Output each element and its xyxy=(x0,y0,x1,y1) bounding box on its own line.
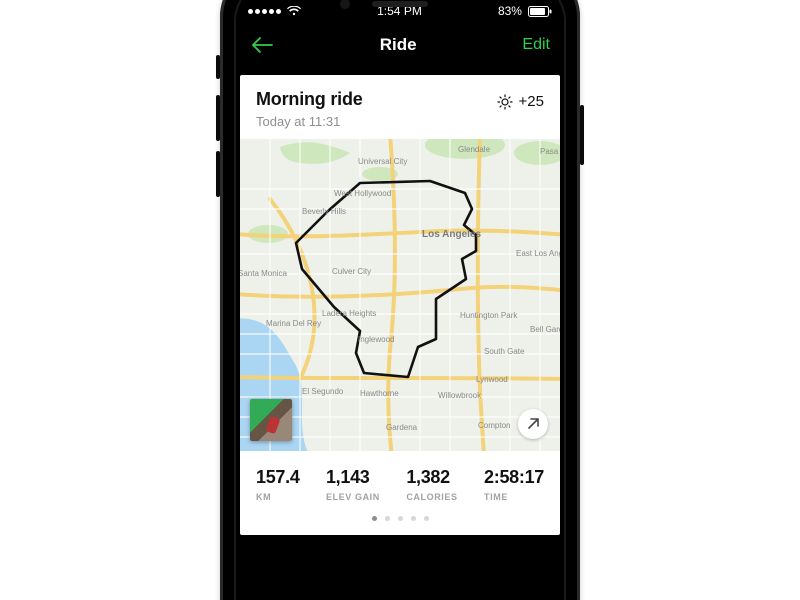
back-button[interactable] xyxy=(250,33,274,57)
map-label-compton: Compton xyxy=(478,421,510,430)
wifi-icon xyxy=(287,6,301,16)
pager-dot[interactable] xyxy=(398,516,403,521)
map-label-beverlyhills: Beverly Hills xyxy=(302,207,346,216)
stat-time-value: 2:58:17 xyxy=(484,467,544,488)
volume-down-button xyxy=(216,151,220,197)
map-label-hawthorne: Hawthorne xyxy=(360,389,399,398)
stat-distance-value: 157.4 xyxy=(256,467,300,488)
route-map[interactable]: Glendale Pasa Universal City West Hollyw… xyxy=(240,139,560,451)
map-label-elsegundo: El Segundo xyxy=(302,387,343,396)
stat-time: 2:58:17 TIME xyxy=(484,467,544,502)
weather-temp: +25 xyxy=(519,93,544,110)
expand-icon xyxy=(526,417,540,431)
stats-row: 157.4 KM 1,143 ELEV GAIN 1,382 CALORIES … xyxy=(240,451,560,510)
pager-dot[interactable] xyxy=(424,516,429,521)
earpiece-speaker xyxy=(372,1,428,7)
map-label-pasadena: Pasa xyxy=(540,147,558,156)
nav-bar: Ride Edit xyxy=(234,21,566,75)
map-label-universal: Universal City xyxy=(358,157,407,166)
pager-dot[interactable] xyxy=(411,516,416,521)
map-label-culver: Culver City xyxy=(332,267,371,276)
stat-time-label: TIME xyxy=(484,492,544,502)
stat-calories: 1,382 CALORIES xyxy=(406,467,457,502)
map-label-willowbrook: Willowbrook xyxy=(438,391,481,400)
map-label-lynwood: Lynwood xyxy=(476,375,508,384)
edit-button[interactable]: Edit xyxy=(522,36,550,54)
cellular-signal-icon xyxy=(248,9,281,14)
activity-title: Morning ride xyxy=(256,89,363,110)
arrow-left-icon xyxy=(251,37,273,53)
map-label-glendale: Glendale xyxy=(458,145,490,154)
stat-elev-value: 1,143 xyxy=(326,467,380,488)
map-label-huntingtonpark: Huntington Park xyxy=(460,311,517,320)
map-label-laderaheights: Ladera Heights xyxy=(322,309,376,318)
map-label-westhollywood: West Hollywood xyxy=(334,189,391,198)
weather-badge: +25 xyxy=(497,93,544,110)
map-label-inglewood: Inglewood xyxy=(358,335,394,344)
ride-photo-thumbnail[interactable] xyxy=(250,399,292,441)
map-label-southgate: South Gate xyxy=(484,347,524,356)
stat-distance-label: KM xyxy=(256,492,300,502)
phone-frame: 1:54 PM 83% Ride Edit xyxy=(220,0,580,600)
stat-elev-label: ELEV GAIN xyxy=(326,492,380,502)
map-label-santamonica: Santa Monica xyxy=(240,269,287,278)
battery-icon xyxy=(528,6,552,17)
map-label-gardena: Gardena xyxy=(386,423,417,432)
page-title: Ride xyxy=(380,35,417,55)
map-label-bellgardens: Bell Gardens xyxy=(530,325,560,334)
stat-distance: 157.4 KM xyxy=(256,467,300,502)
battery-percentage: 83% xyxy=(498,4,522,18)
stat-elev-gain: 1,143 ELEV GAIN xyxy=(326,467,380,502)
activity-subtitle: Today at 11:31 xyxy=(256,114,363,129)
map-label-losangeles: Los Angeles xyxy=(422,229,481,240)
activity-card: Morning ride Today at 11:31 xyxy=(240,75,560,535)
map-label-eastla: East Los Angeles xyxy=(516,249,560,258)
stat-calories-value: 1,382 xyxy=(406,467,457,488)
expand-map-button[interactable] xyxy=(518,409,548,439)
mute-switch xyxy=(216,55,220,79)
pager-dots[interactable] xyxy=(240,510,560,535)
volume-up-button xyxy=(216,95,220,141)
power-button xyxy=(580,105,584,165)
stat-calories-label: CALORIES xyxy=(406,492,457,502)
pager-dot[interactable] xyxy=(372,516,377,521)
map-label-marinadelrey: Marina Del Rey xyxy=(266,319,321,328)
pager-dot[interactable] xyxy=(385,516,390,521)
sun-icon xyxy=(497,94,513,110)
